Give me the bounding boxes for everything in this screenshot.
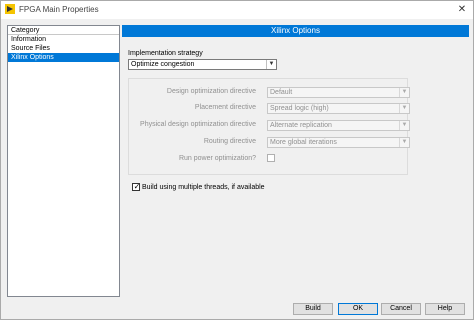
chevron-down-icon: ▼ (399, 88, 409, 97)
implementation-strategy-label: Implementation strategy (128, 50, 203, 57)
design-optimization-select: Default ▼ (267, 87, 410, 98)
window-title: FPGA Main Properties (19, 5, 99, 14)
routing-directive-label: Routing directive (203, 138, 256, 145)
category-item-information[interactable]: Information (8, 35, 119, 44)
routing-directive-select: More global iterations ▼ (267, 137, 410, 148)
placement-directive-select: Spread logic (high) ▼ (267, 103, 410, 114)
title-bar: FPGA Main Properties ✕ (1, 1, 473, 19)
chevron-down-icon: ▼ (399, 121, 409, 130)
implementation-strategy-value: Optimize congestion (131, 61, 195, 68)
routing-directive-value: More global iterations (270, 139, 337, 146)
run-power-label: Run power optimization? (178, 155, 256, 162)
checkmark-icon: ✓ (133, 182, 141, 191)
physical-design-label: Physical design optimization directive (140, 121, 256, 128)
build-button[interactable]: Build (293, 303, 333, 315)
chevron-down-icon: ▼ (399, 104, 409, 113)
chevron-down-icon: ▼ (266, 60, 276, 69)
design-optimization-label: Design optimization directive (166, 88, 256, 95)
category-item-source-files[interactable]: Source Files (8, 44, 119, 53)
category-item-xilinx-options[interactable]: Xilinx Options (8, 53, 119, 62)
fpga-app-icon (5, 4, 15, 14)
close-button[interactable]: ✕ (455, 3, 469, 17)
multithread-label: Build using multiple threads, if availab… (142, 184, 265, 191)
category-list: Category Information Source Files Xilinx… (7, 25, 120, 297)
category-header: Category (8, 26, 119, 35)
chevron-down-icon: ▼ (399, 138, 409, 147)
section-banner: Xilinx Options (122, 25, 469, 37)
implementation-strategy-select[interactable]: Optimize congestion ▼ (128, 59, 277, 70)
multithread-checkbox[interactable]: ✓ (132, 182, 141, 191)
placement-directive-label: Placement directive (194, 104, 256, 111)
help-button[interactable]: Help (425, 303, 465, 315)
placement-directive-value: Spread logic (high) (270, 105, 329, 112)
properties-dialog: FPGA Main Properties ✕ Category Informat… (0, 0, 474, 320)
physical-design-value: Alternate replication (270, 122, 332, 129)
run-power-checkbox (267, 154, 275, 162)
design-optimization-value: Default (270, 89, 293, 96)
cancel-button[interactable]: Cancel (381, 303, 421, 315)
ok-button[interactable]: OK (338, 303, 378, 315)
physical-design-select: Alternate replication ▼ (267, 120, 410, 131)
